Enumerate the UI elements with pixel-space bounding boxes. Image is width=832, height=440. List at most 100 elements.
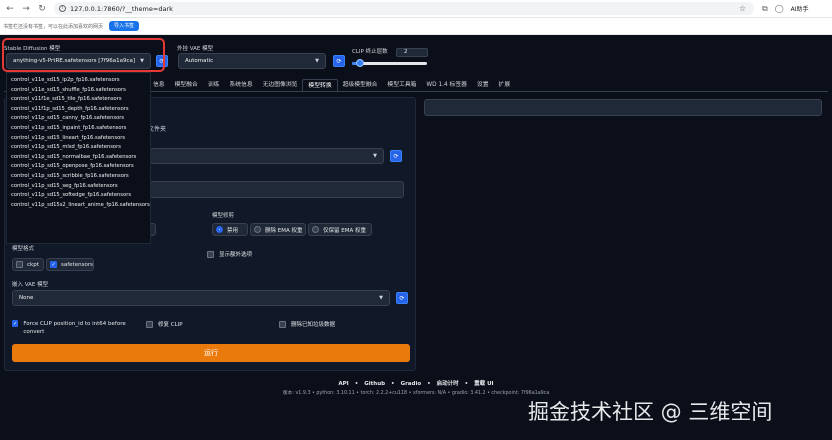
dropdown-item[interactable]: control_v11p_sd15s2_lineart_anime_fp16.s… [11, 202, 150, 208]
tab-6[interactable]: 超级模型融合 [338, 79, 383, 91]
tab-9[interactable]: 设置 [472, 79, 494, 91]
radio-button[interactable] [216, 226, 223, 233]
bookmark-star-icon[interactable]: ☆ [739, 4, 746, 13]
clip-skip-slider[interactable] [352, 59, 427, 67]
ai-assistant-button[interactable]: AI助手 [791, 4, 809, 13]
output-panel [418, 94, 828, 371]
footer-separator: • [391, 381, 395, 387]
refresh-icon[interactable]: ⟳ [390, 150, 402, 162]
checkbox-box[interactable]: ✓ [12, 320, 19, 327]
tab-10[interactable]: 扩展 [494, 79, 516, 91]
footer-link[interactable]: API [338, 381, 348, 387]
embed-vae-value: None [19, 295, 34, 301]
vae-model-label: 外挂 VAE 模型 [177, 46, 214, 52]
radio-option[interactable]: 仅保留 EMA 权重 [308, 223, 372, 236]
bookmark-bar: 书签栏还没有书签，可以在此添加喜欢的网页 导入书签 [0, 18, 832, 35]
sd-model-dropdown-list: control_v11e_sd15_ip2p_fp16.safetensorsc… [6, 72, 151, 244]
fix-clip-checkbox[interactable]: 修复 CLIP [146, 320, 183, 328]
dropdown-item[interactable]: control_v11e_sd15_ip2p_fp16.safetensors [11, 77, 120, 83]
dropdown-item[interactable]: control_v11p_sd15_softedge_fp16.safetens… [11, 192, 131, 198]
webui-app: Stable Diffusion 模型 anything-v5-PrtRE.sa… [0, 35, 832, 440]
checkbox-box[interactable] [279, 320, 286, 328]
tab-8[interactable]: WD 1.4 标签器 [421, 79, 472, 91]
tab-3[interactable]: 系统信息 [224, 79, 257, 91]
dropdown-item[interactable]: control_v11p_sd15_canny_fp16.safetensors [11, 115, 124, 121]
site-info-icon[interactable]: i [59, 5, 66, 12]
fix-clip-label: 修复 CLIP [158, 322, 183, 328]
dropdown-item[interactable]: control_v11p_sd15_mlsd_fp16.safetensors [11, 144, 121, 150]
embed-vae-select[interactable]: None ▼ [12, 290, 390, 306]
format-option-ckpt[interactable]: ckpt [12, 258, 44, 271]
url-text: 127.0.0.1:7860/?__theme=dark [70, 4, 173, 13]
format-option-safetensors[interactable]: ✓ safetensors [46, 258, 94, 271]
footer-version: 版本: v1.9.3 • python: 3.10.11 • torch: 2.… [282, 391, 550, 396]
footer-link[interactable]: Gradio [401, 381, 422, 387]
footer-link[interactable]: 启动计时 [437, 381, 459, 387]
dropdown-item[interactable]: control_v11p_sd15_scribble_fp16.safetens… [11, 173, 129, 179]
footer-link[interactable]: 重载 UI [474, 381, 493, 387]
format-label: ckpt [27, 261, 39, 268]
browser-toolbar: ← → ↻ i 127.0.0.1:7860/?__theme=dark ☆ ⧉… [0, 0, 832, 18]
checkbox-box[interactable] [16, 261, 23, 268]
extensions-icon[interactable]: ⧉ [762, 4, 768, 14]
dropdown-item[interactable]: control_v11f1p_sd15_depth_fp16.safetenso… [11, 106, 129, 112]
footer-separator: • [464, 381, 469, 387]
chevron-down-icon: ▼ [379, 295, 383, 301]
radio-label: 删除 EMA 权重 [265, 227, 303, 234]
run-button[interactable]: 运行 [12, 344, 410, 362]
tab-1[interactable]: 模型融合 [170, 79, 203, 91]
checkbox-box[interactable] [207, 250, 214, 258]
output-name-input[interactable] [150, 181, 404, 198]
profile-icon[interactable]: ◯ [775, 4, 784, 13]
footer-separator: • [427, 381, 431, 387]
radio-label: 仅保留 EMA 权重 [323, 227, 366, 234]
dropdown-item[interactable]: control_v11p_sd15_inpaint_fp16.safetenso… [11, 125, 126, 131]
force-clip-checkbox[interactable]: ✓ Force CLIP position_id to int64 before… [12, 320, 132, 336]
tab-4[interactable]: 无边图像浏览 [258, 79, 303, 91]
remove-junk-checkbox[interactable]: 删除已知垃圾数据 [279, 320, 335, 328]
bookmark-hint: 书签栏还没有书签，可以在此添加喜欢的网页 [3, 23, 104, 30]
back-icon[interactable]: ← [4, 3, 16, 15]
clip-skip-input[interactable]: 2 [396, 48, 428, 57]
radio-button[interactable] [254, 226, 261, 233]
remove-junk-label: 删除已知垃圾数据 [291, 322, 336, 328]
highlight-box [2, 38, 165, 72]
radio-option[interactable]: 禁用 [212, 223, 248, 236]
slider-handle[interactable] [356, 59, 364, 67]
model-path-select[interactable]: ▼ [150, 148, 384, 164]
reload-icon[interactable]: ↻ [36, 3, 48, 15]
dropdown-item[interactable]: control_v11p_sd15_seg_fp16.safetensors [11, 183, 118, 189]
checkbox-box[interactable] [146, 320, 153, 328]
footer-link[interactable]: Github [364, 381, 385, 387]
dropdown-item[interactable]: control_v11p_sd15_normalbae_fp16.safeten… [11, 154, 136, 160]
show-extra-checkbox[interactable]: 显示额外选项 [207, 250, 252, 258]
dropdown-item[interactable]: control_v11e_sd15_shuffle_fp16.safetenso… [11, 87, 126, 93]
radio-button[interactable] [312, 226, 319, 233]
tab-7[interactable]: 模型工具箱 [382, 79, 421, 91]
footer-separator: • [354, 381, 359, 387]
chevron-down-icon: ▼ [315, 58, 319, 64]
vae-model-select[interactable]: Automatic ▼ [178, 53, 326, 69]
dropdown-item[interactable]: control_v11f1e_sd15_tile_fp16.safetensor… [11, 96, 122, 102]
footer-links: API • Github • Gradio • 启动计时 • 重载 UI [0, 379, 832, 387]
embed-vae-label: 嵌入 VAE 模型 [12, 282, 49, 288]
import-bookmarks-button[interactable]: 导入书签 [109, 21, 140, 31]
output-textbox[interactable] [424, 99, 822, 116]
radio-label: 禁用 [227, 227, 239, 234]
vae-model-value: Automatic [185, 58, 214, 64]
chevron-down-icon: ▼ [373, 153, 377, 159]
tab-2[interactable]: 训练 [203, 79, 225, 91]
tab-0[interactable]: 信息 [148, 79, 170, 91]
dropdown-item[interactable]: control_v11p_sd15_openpose_fp16.safetens… [11, 163, 134, 169]
forward-icon[interactable]: → [20, 3, 32, 15]
checkbox-box[interactable]: ✓ [50, 261, 57, 268]
dropdown-item[interactable]: control_v11p_sd15_lineart_fp16.safetenso… [11, 135, 125, 141]
format-label: safetensors [61, 261, 93, 268]
watermark: 掘金技术社区 @ 三维空间 [528, 400, 773, 424]
address-bar[interactable]: i 127.0.0.1:7860/?__theme=dark ☆ [54, 2, 754, 15]
radio-option[interactable]: 删除 EMA 权重 [250, 223, 306, 236]
tab-5[interactable]: 模型转换 [302, 79, 338, 91]
clip-skip-label: CLIP 终止层数 [352, 49, 388, 55]
refresh-icon[interactable]: ⟳ [333, 55, 345, 67]
refresh-icon[interactable]: ⟳ [396, 292, 408, 304]
